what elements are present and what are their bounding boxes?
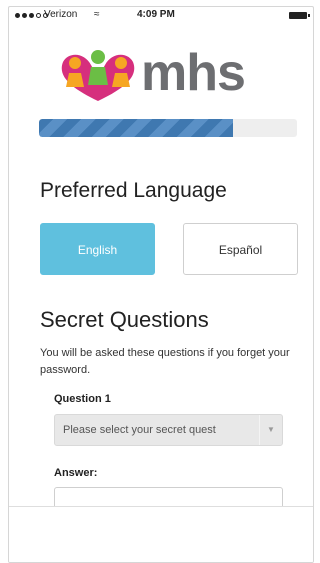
wifi-icon: ≈ — [94, 9, 100, 20]
status-bar: Verizon ≈ 4:09 PM — [9, 7, 313, 25]
phone-screen: Verizon ≈ 4:09 PM mhs Preferred Language… — [8, 6, 314, 563]
question-1-label: Question 1 — [54, 393, 111, 405]
preferred-language-heading: Preferred Language — [40, 179, 227, 202]
battery-icon — [289, 12, 310, 19]
logo-text: mhs — [141, 44, 246, 102]
carrier-name: Verizon — [44, 9, 78, 20]
chevron-down-icon: ▼ — [259, 415, 282, 445]
secret-questions-hint: You will be asked these questions if you… — [40, 347, 290, 376]
answer-label: Answer: — [54, 467, 98, 479]
secret-question-select[interactable]: Please select your secret quest ▼ — [54, 414, 283, 446]
progress-bar — [39, 119, 297, 137]
bottom-toolbar — [9, 506, 313, 562]
status-time: 4:09 PM — [137, 9, 175, 20]
mhs-logo: mhs — [53, 44, 283, 107]
secret-question-placeholder: Please select your secret quest — [63, 424, 216, 436]
family-logo-icon — [61, 50, 135, 101]
progress-bar-fill — [39, 119, 233, 137]
english-button[interactable]: English — [40, 223, 155, 275]
espanol-button[interactable]: Español — [183, 223, 298, 275]
secret-questions-heading: Secret Questions — [40, 307, 209, 332]
